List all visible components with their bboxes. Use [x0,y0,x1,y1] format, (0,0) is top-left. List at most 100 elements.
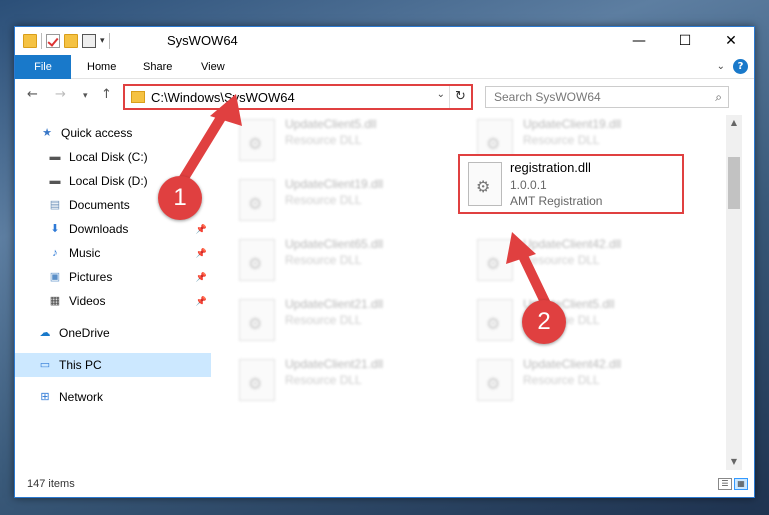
ribbon-right-controls: ⌄ ? [717,59,748,74]
file-name: UpdateClient21.dll [285,357,384,371]
customize-toolbar-dropdown-icon[interactable]: ▾ [100,36,105,46]
file-name: UpdateClient19.dll [285,177,384,191]
maximize-button[interactable]: ☐ [662,27,708,55]
item-count: 147 items [27,478,75,490]
file-explorer-window: ▾ SysWOW64 — ☐ ✕ File Home Share View ⌄ … [14,26,755,498]
sidebar-item-label: Documents [69,198,130,212]
tab-home[interactable]: Home [73,55,130,79]
star-icon: ★ [42,127,52,139]
address-dropdown-icon[interactable]: ⌄ [437,89,445,100]
pin-icon[interactable]: 📌 [196,248,207,259]
dll-file-icon [239,239,275,281]
scrollbar-thumb[interactable] [728,157,740,209]
file-name: UpdateClient21.dll [285,297,384,311]
cloud-icon: ☁ [39,327,51,339]
sidebar-item-network[interactable]: ⊞ Network [15,385,211,409]
file-item[interactable]: UpdateClient65.dll Resource DLL [239,235,439,287]
file-item[interactable]: UpdateClient42.dll Resource DLL [477,235,677,287]
file-item[interactable]: UpdateClient19.dll Resource DLL [239,175,439,227]
sidebar-item-label: This PC [59,358,102,372]
sidebar-item-this-pc[interactable]: ▭ This PC [15,353,211,377]
file-description: Resource DLL [285,253,362,267]
folder-icon[interactable] [23,34,37,48]
file-item[interactable]: UpdateClient21.dll Resource DLL [239,355,439,407]
file-name: registration.dll [510,160,591,175]
close-button[interactable]: ✕ [708,27,754,55]
documents-icon: ▤ [49,199,61,211]
drive-icon: ▬ [49,151,61,163]
search-icon[interactable]: ⌕ [715,90,722,105]
dll-file-icon [239,359,275,401]
sidebar-item-onedrive[interactable]: ☁ OneDrive [15,321,211,345]
title-bar: ▾ SysWOW64 — ☐ ✕ [15,27,754,55]
status-bar: 147 items ☰ ▦ [15,473,754,497]
file-description: Resource DLL [285,133,362,147]
network-icon: ⊞ [40,391,50,403]
file-item[interactable]: UpdateClient5.dll Resource DLL [477,295,677,347]
scroll-down-icon[interactable]: ▼ [726,454,742,470]
new-folder-icon[interactable] [64,34,78,48]
sidebar-item-label: Downloads [69,222,129,236]
vertical-scrollbar[interactable]: ▲ ▼ [726,115,742,470]
highlighted-file-registration-dll[interactable]: registration.dll 1.0.0.1 AMT Registratio… [458,154,684,214]
window-title: SysWOW64 [167,33,238,48]
file-description: Resource DLL [285,373,362,387]
dll-file-icon [477,299,513,341]
refresh-icon[interactable]: ↻ [449,86,471,108]
toolbar-separator [108,33,110,49]
sidebar-item-label: Local Disk (C:) [69,150,148,164]
navigation-bar: ← → ▾ ↑ C:\Windows\SysWOW64 ⌄ ↻ Search S… [15,79,754,113]
sidebar-item-quick-access[interactable]: ★ Quick access [15,121,211,145]
tab-view[interactable]: View [187,55,239,79]
computer-icon: ▭ [39,359,51,371]
up-button[interactable]: ↑ [101,87,112,102]
dll-file-icon [477,359,513,401]
file-item[interactable]: UpdateClient5.dll Resource DLL [239,115,439,167]
file-name: UpdateClient42.dll [523,237,622,251]
step-2-badge: 2 [522,300,566,344]
file-name: UpdateClient65.dll [285,237,384,251]
file-description: Resource DLL [523,253,600,267]
expand-ribbon-chevron-icon[interactable]: ⌄ [717,61,725,72]
address-bar[interactable]: C:\Windows\SysWOW64 ⌄ ↻ [123,84,473,110]
sidebar-item-downloads[interactable]: ⬇ Downloads 📌 [15,217,211,241]
view-toggle: ☰ ▦ [718,478,748,490]
quick-access-toolbar: ▾ [23,33,110,49]
properties-icon[interactable] [82,34,96,48]
large-icons-view-icon[interactable]: ▦ [734,478,748,490]
folder-icon [131,91,145,103]
properties-check-icon[interactable] [46,34,60,48]
forward-button[interactable]: → [55,87,66,102]
file-item[interactable]: UpdateClient21.dll Resource DLL [239,295,439,347]
tab-share[interactable]: Share [129,55,186,79]
help-icon[interactable]: ? [733,59,748,74]
address-path[interactable]: C:\Windows\SysWOW64 [151,90,295,105]
scroll-up-icon[interactable]: ▲ [726,115,742,131]
toolbar-separator [41,33,42,49]
sidebar-item-music[interactable]: ♪ Music 📌 [15,241,211,265]
sidebar-item-label: OneDrive [59,326,110,340]
file-item[interactable]: UpdateClient42.dll Resource DLL [477,355,677,407]
recent-locations-button[interactable]: ▾ [83,91,88,101]
step-1-badge: 1 [158,176,202,220]
dll-file-icon [239,299,275,341]
sidebar-item-pictures[interactable]: ▣ Pictures 📌 [15,265,211,289]
pin-icon[interactable]: 📌 [196,296,207,307]
sidebar-item-label: Local Disk (D:) [69,174,148,188]
dll-file-icon [239,179,275,221]
pin-icon[interactable]: 📌 [196,224,207,235]
file-name: UpdateClient5.dll [285,117,377,131]
dll-file-icon [468,162,502,206]
sidebar-item-label: Music [69,246,101,260]
file-description: Resource DLL [523,133,600,147]
sidebar-item-label: Videos [69,294,106,308]
search-input[interactable]: Search SysWOW64 ⌕ [485,86,729,108]
sidebar-item-local-disk-c[interactable]: ▬ Local Disk (C:) [15,145,211,169]
details-view-icon[interactable]: ☰ [718,478,732,490]
sidebar-item-videos[interactable]: ▦ Videos 📌 [15,289,211,313]
window-controls: — ☐ ✕ [616,27,754,55]
back-button[interactable]: ← [27,87,38,102]
minimize-button[interactable]: — [616,27,662,55]
pin-icon[interactable]: 📌 [196,272,207,283]
file-description: Resource DLL [285,313,362,327]
